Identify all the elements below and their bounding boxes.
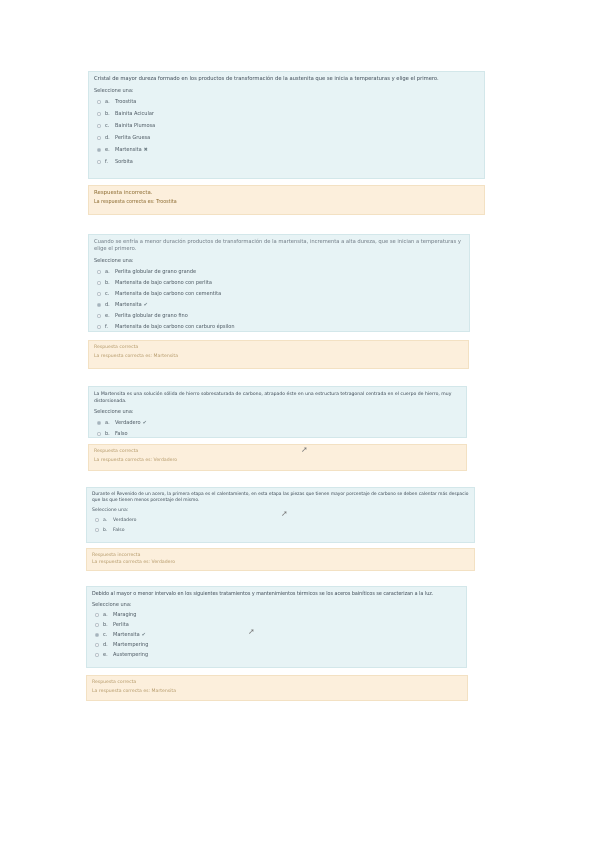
question-1-option-b[interactable]: b. Bainita Acicular (94, 108, 479, 120)
question-3-option-b[interactable]: b. Falso (94, 428, 461, 439)
radio-icon[interactable] (97, 269, 101, 274)
question-1-select-label: Seleccione una: (94, 88, 134, 94)
correct-mark-icon: ✔ (143, 301, 148, 308)
question-3-text: La Martensita es una solución sólida de … (94, 392, 452, 404)
radio-icon[interactable] (97, 313, 101, 318)
incorrect-mark-icon: ✖ (143, 147, 148, 153)
radio-icon[interactable] (97, 431, 101, 436)
radio-icon[interactable] (97, 136, 101, 140)
question-3-feedback: Respuesta correcta La respuesta correcta… (88, 444, 467, 471)
question-1-option-f[interactable]: f. Sorbita (94, 156, 479, 168)
question-1-feedback-text: La respuesta correcta es: Troostita (94, 200, 177, 205)
question-4-feedback-text: La respuesta correcta es: Verdadero (92, 560, 176, 565)
radio-selected-icon[interactable] (95, 633, 99, 637)
question-2-select-label: Seleccione una: (94, 258, 134, 264)
question-2-feedback: Respuesta correcta La respuesta correcta… (88, 340, 469, 369)
question-5-option-a[interactable]: a. Maraging (92, 610, 461, 620)
question-3-box: La Martensita es una solución sólida de … (88, 386, 467, 438)
radio-icon[interactable] (97, 280, 101, 285)
question-5-text: Debido al mayor o menor intervalo en los… (92, 592, 434, 597)
question-2-option-b[interactable]: b. Martensita de bajo carbono con perlita (94, 277, 464, 288)
question-2-option-c[interactable]: c. Martensita de bajo carbono con cementi… (94, 288, 464, 299)
radio-icon[interactable] (95, 528, 99, 532)
question-1-box: Cristal de mayor dureza formado en los p… (88, 71, 485, 179)
question-1-feedback-title: Respuesta incorrecta. (94, 190, 153, 196)
radio-icon[interactable] (97, 291, 101, 296)
question-2-feedback-text: La respuesta correcta es: Martensita (94, 354, 179, 359)
question-3-feedback-title: Respuesta correcta (94, 449, 139, 454)
radio-icon[interactable] (95, 518, 99, 522)
radio-selected-icon[interactable] (97, 302, 101, 307)
radio-icon[interactable] (97, 124, 101, 128)
question-2-option-f[interactable]: f. Martensita de bajo carbono con carburo… (94, 321, 464, 332)
radio-icon[interactable] (97, 324, 101, 329)
question-5-box: Debido al mayor o menor intervalo en los… (86, 586, 467, 668)
question-4-text: Durante el Revenido de un acero, la prim… (92, 492, 469, 503)
radio-icon[interactable] (95, 613, 99, 617)
radio-icon[interactable] (97, 160, 101, 164)
mouse-cursor-icon: ➚ (301, 445, 308, 454)
radio-icon[interactable] (97, 100, 101, 104)
question-5-option-d[interactable]: d. Martempering (92, 640, 461, 650)
question-1-option-c[interactable]: c. Bainita Plumosa (94, 120, 479, 132)
mouse-cursor-icon: ➚ (281, 509, 288, 518)
question-5-option-b[interactable]: b. Perlita (92, 620, 461, 630)
question-3-feedback-text: La respuesta correcta es: Verdadero (94, 458, 178, 463)
radio-icon[interactable] (95, 643, 99, 647)
question-1-option-a[interactable]: a. Troostita (94, 96, 479, 108)
question-1-text: Cristal de mayor dureza formado en los p… (94, 76, 439, 82)
question-2-box: Cuando se enfría a menor duración produc… (88, 234, 470, 332)
question-1-option-e[interactable]: e. Martensita ✖ (94, 144, 479, 156)
question-5-feedback: Respuesta correcta La respuesta correcta… (86, 675, 468, 701)
question-2-text: Cuando se enfría a menor duración produc… (94, 239, 461, 252)
question-5-option-e[interactable]: e. Austempering (92, 650, 461, 660)
question-3-option-a[interactable]: a. Verdadero ✔ (94, 417, 461, 428)
correct-mark-icon: ✔ (141, 632, 146, 638)
radio-icon[interactable] (97, 112, 101, 116)
mouse-cursor-icon: ➚ (248, 627, 255, 636)
question-2-option-d[interactable]: d. Martensita ✔ (94, 299, 464, 310)
radio-selected-icon[interactable] (97, 148, 101, 152)
question-2-option-a[interactable]: a. Perlita globular de grano grande (94, 266, 464, 277)
question-4-option-b[interactable]: b. Falso (92, 525, 469, 535)
question-1-feedback: Respuesta incorrecta. La respuesta corre… (88, 185, 485, 215)
question-5-feedback-title: Respuesta correcta (92, 680, 137, 685)
question-1-option-d[interactable]: d. Perlita Gruesa (94, 132, 479, 144)
radio-selected-icon[interactable] (97, 420, 101, 425)
question-5-select-label: Seleccione una: (92, 602, 132, 608)
question-5-feedback-text: La respuesta correcta es: Martensita (92, 689, 177, 694)
radio-icon[interactable] (95, 653, 99, 657)
question-4-feedback: Respuesta incorrecta La respuesta correc… (86, 548, 475, 571)
question-2-feedback-title: Respuesta correcta (94, 345, 139, 350)
correct-mark-icon: ✔ (142, 419, 147, 426)
question-4-feedback-title: Respuesta incorrecta (92, 553, 141, 558)
question-2-option-e[interactable]: e. Perlita globular de grano fino (94, 310, 464, 321)
radio-icon[interactable] (95, 623, 99, 627)
question-3-select-label: Seleccione una: (94, 409, 134, 415)
question-5-option-c[interactable]: c. Martensita ✔ (92, 630, 461, 640)
